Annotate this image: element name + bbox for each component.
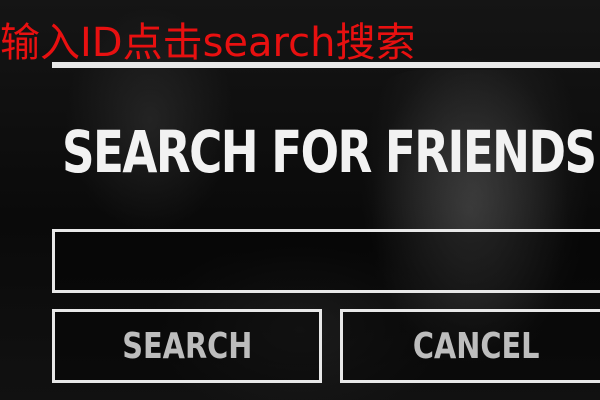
search-button[interactable]: SEARCH — [52, 309, 322, 383]
cancel-button-label: CANCEL — [412, 325, 540, 367]
instruction-overlay-text: 输入ID点击search搜索 — [0, 20, 416, 66]
search-button-label: SEARCH — [121, 325, 253, 367]
cancel-button[interactable]: CANCEL — [340, 309, 600, 383]
friend-id-input[interactable] — [52, 229, 600, 293]
game-screen: 输入ID点击search搜索 SEARCH FOR FRIENDS SEARCH… — [0, 0, 600, 400]
dialog-top-border — [52, 62, 600, 68]
dialog-title: SEARCH FOR FRIENDS — [62, 118, 597, 186]
